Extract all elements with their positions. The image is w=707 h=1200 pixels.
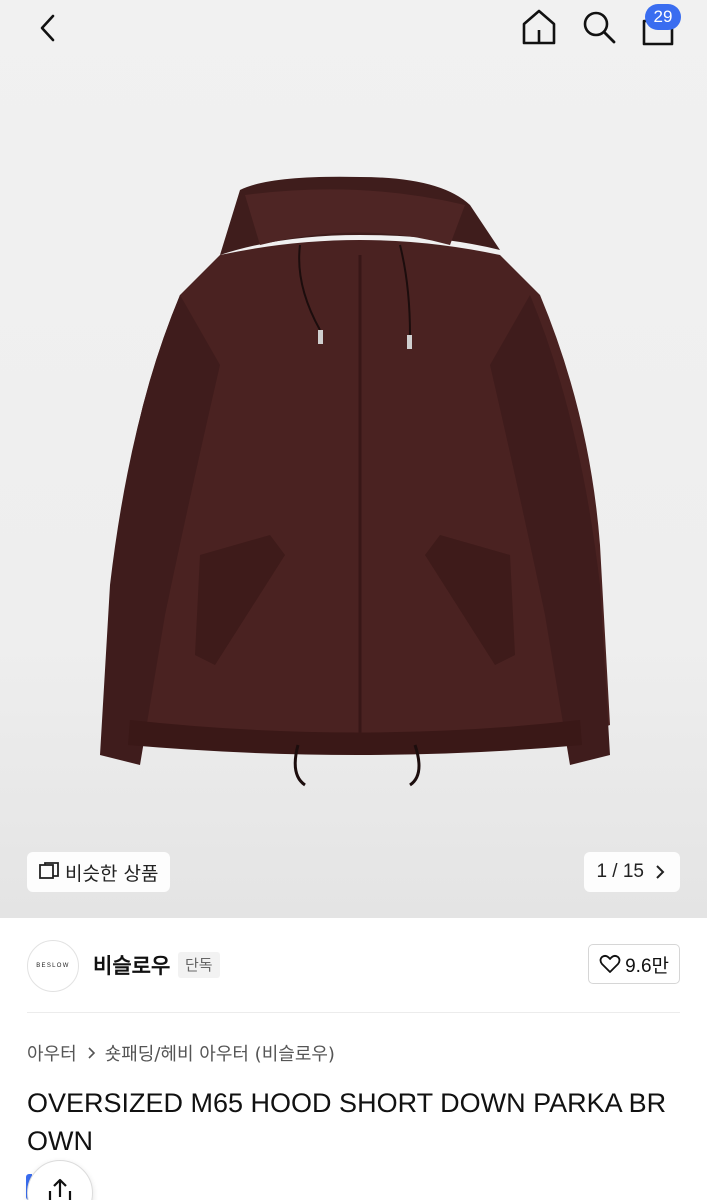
share-button[interactable] <box>27 1160 93 1200</box>
divider <box>27 1012 680 1013</box>
chevron-right-icon <box>88 1047 95 1059</box>
breadcrumb-item-outer[interactable]: 아우터 <box>27 1040 77 1066</box>
heart-icon <box>599 954 621 973</box>
search-button[interactable] <box>578 6 620 48</box>
image-pager-text: 1 / 15 <box>596 861 644 882</box>
brand-name-link[interactable]: 비슬로우 <box>93 950 170 980</box>
product-title: OVERSIZED M65 HOOD SHORT DOWN PARKA BROW… <box>27 1088 667 1156</box>
similar-products-label: 비슷한 상품 <box>65 862 159 885</box>
brand-row: BESLOW 비슬로우 단독 9.6만 <box>0 918 707 1012</box>
breadcrumb-item-category[interactable]: 숏패딩/헤비 아우터 (비슬로우) <box>105 1040 335 1066</box>
back-button[interactable] <box>28 8 68 48</box>
breadcrumb: 아우터 숏패딩/헤비 아우터 (비슬로우) <box>27 1040 335 1066</box>
chevron-right-icon <box>656 865 665 879</box>
like-button[interactable]: 9.6만 <box>588 944 680 984</box>
cart-count-badge: 29 <box>645 4 681 30</box>
top-navigation-bar: 29 <box>0 0 707 56</box>
chevron-left-icon <box>40 14 55 42</box>
home-button[interactable] <box>518 6 560 48</box>
product-photo-jacket[interactable] <box>70 165 640 805</box>
share-icon <box>48 1178 72 1200</box>
brand-logo[interactable]: BESLOW <box>27 940 79 992</box>
like-count: 9.6만 <box>625 955 669 977</box>
home-icon <box>522 9 556 45</box>
overlap-squares-icon <box>39 862 59 879</box>
product-image-gallery[interactable]: 29 비슷한 상품 1 / 15 <box>0 0 707 918</box>
similar-products-button[interactable]: 비슷한 상품 <box>27 852 171 892</box>
search-icon <box>583 11 616 44</box>
image-pager[interactable]: 1 / 15 <box>584 852 680 892</box>
exclusive-tag: 단독 <box>178 952 220 978</box>
